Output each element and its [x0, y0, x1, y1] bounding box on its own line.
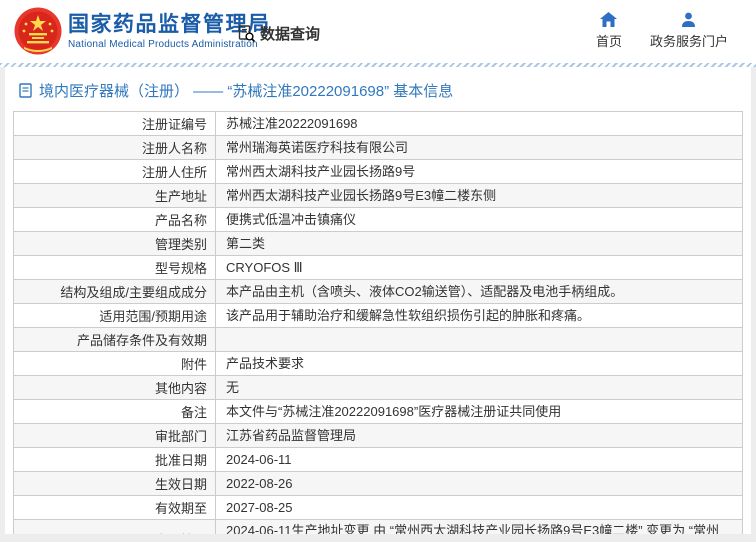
- row-value: 常州西太湖科技产业园长扬路9号E3幢二楼东侧: [226, 188, 497, 203]
- row-value: 常州瑞海英诺医疗科技有限公司: [226, 140, 409, 155]
- row-value: 2024-06-11生产地址变更 由 “常州西太湖科技产业园长扬路9号E3幢二楼…: [226, 523, 720, 534]
- row-label: 产品名称: [14, 208, 216, 231]
- nav-portal[interactable]: 政务服务门户: [650, 12, 728, 50]
- table-row: 批准日期 2024-06-11: [14, 448, 742, 472]
- row-label: 备注: [14, 400, 216, 423]
- row-label: 变更情况: [14, 520, 216, 534]
- document-icon: [19, 83, 32, 98]
- nav-portal-label: 政务服务门户: [649, 34, 728, 49]
- row-label: 产品储存条件及有效期: [14, 328, 216, 351]
- row-label: 审批部门: [14, 424, 216, 447]
- top-navigation: 首页 政务服务门户: [596, 12, 728, 50]
- row-value: 2022-08-26: [226, 476, 293, 491]
- table-row: 结构及组成/主要组成成分 本产品由主机（含喷头、液体CO2输送管）、适配器及电池手…: [14, 280, 742, 304]
- table-row: 生效日期 2022-08-26: [14, 472, 742, 496]
- breadcrumb: 境内医疗器械（注册） —— “苏械注准20222091698” 基本信息: [13, 67, 743, 111]
- table-row: 附件 产品技术要求: [14, 352, 742, 376]
- row-value: 2024-06-11: [226, 452, 292, 467]
- row-label: 有效期至: [14, 496, 216, 519]
- row-value: 无: [226, 380, 240, 395]
- row-value: 本文件与“苏械注准20222091698”医疗器械注册证共同使用: [226, 404, 562, 419]
- table-row: 产品名称 便携式低温冲击镇痛仪: [14, 208, 742, 232]
- table-row: 其他内容无: [14, 376, 742, 400]
- row-value: 第二类: [226, 236, 266, 251]
- row-label: 型号规格: [14, 256, 216, 279]
- table-row: 产品储存条件及有效期: [14, 328, 742, 352]
- site-header: 国家药品监督管理局 National Medical Products Admi…: [0, 0, 756, 63]
- table-row: 变更情况 2024-06-11生产地址变更 由 “常州西太湖科技产业园长扬路9号E…: [14, 520, 742, 534]
- registration-detail-table: 注册证编号 苏械注准20222091698 注册人名称 常州瑞海英诺医疗科技有限公司…: [13, 111, 743, 534]
- row-label: 结构及组成/主要组成成分: [14, 280, 216, 303]
- row-label: 生产地址: [14, 184, 216, 207]
- table-row: 注册人名称 常州瑞海英诺医疗科技有限公司: [14, 136, 742, 160]
- page-title: 境内医疗器械（注册） —— “苏械注准20222091698” 基本信息: [39, 83, 454, 100]
- row-label: 其他内容: [14, 376, 216, 399]
- row-value: 苏械注准20222091698: [226, 116, 358, 131]
- row-label: 注册证编号: [14, 112, 216, 135]
- row-value: 2027-08-25: [226, 500, 293, 515]
- row-label: 注册人名称: [14, 136, 216, 159]
- document-search-icon: [238, 25, 256, 43]
- content-area: 境内医疗器械（注册） —— “苏械注准20222091698” 基本信息 注册证…: [0, 67, 756, 542]
- row-value: 本产品由主机（含喷头、液体CO2输送管）、适配器及电池手柄组成。: [226, 284, 624, 299]
- row-value: CRYOFOS Ⅲ: [226, 260, 303, 275]
- data-query-label: 数据查询: [260, 26, 321, 43]
- table-row: 注册人住所 常州西太湖科技产业园长扬路9号: [14, 160, 742, 184]
- national-emblem-logo: [14, 7, 62, 55]
- table-row: 管理类别 第二类: [14, 232, 742, 256]
- table-row: 生产地址 常州西太湖科技产业园长扬路9号E3幢二楼东侧: [14, 184, 742, 208]
- content-panel: 境内医疗器械（注册） —— “苏械注准20222091698” 基本信息 注册证…: [5, 67, 751, 534]
- row-value: 常州西太湖科技产业园长扬路9号: [226, 164, 416, 179]
- row-label: 附件: [14, 352, 216, 375]
- row-label: 管理类别: [14, 232, 216, 255]
- table-row: 有效期至 2027-08-25: [14, 496, 742, 520]
- person-icon: [682, 12, 696, 27]
- row-value: 产品技术要求: [226, 356, 305, 371]
- row-label: 生效日期: [14, 472, 216, 495]
- nav-home[interactable]: 首页: [596, 12, 622, 50]
- data-query-menu[interactable]: 数据查询: [237, 23, 320, 44]
- row-value: 便携式低温冲击镇痛仪: [226, 212, 357, 227]
- row-value: 江苏省药品监督管理局: [226, 428, 357, 443]
- row-label: 适用范围/预期用途: [14, 304, 216, 327]
- table-row: 型号规格 CRYOFOS Ⅲ: [14, 256, 742, 280]
- table-row: 备注 本文件与“苏械注准20222091698”医疗器械注册证共同使用: [14, 400, 742, 424]
- row-value: [216, 328, 742, 351]
- nav-home-label: 首页: [595, 34, 622, 49]
- row-label: 批准日期: [14, 448, 216, 471]
- table-row: 审批部门 江苏省药品监督管理局: [14, 424, 742, 448]
- table-row: 适用范围/预期用途 该产品用于辅助治疗和缓解急性软组织损伤引起的肿胀和疼痛。: [14, 304, 742, 328]
- row-value: 该产品用于辅助治疗和缓解急性软组织损伤引起的肿胀和疼痛。: [226, 308, 591, 323]
- table-row: 注册证编号 苏械注准20222091698: [14, 112, 742, 136]
- row-label: 注册人住所: [14, 160, 216, 183]
- home-icon: [600, 12, 618, 27]
